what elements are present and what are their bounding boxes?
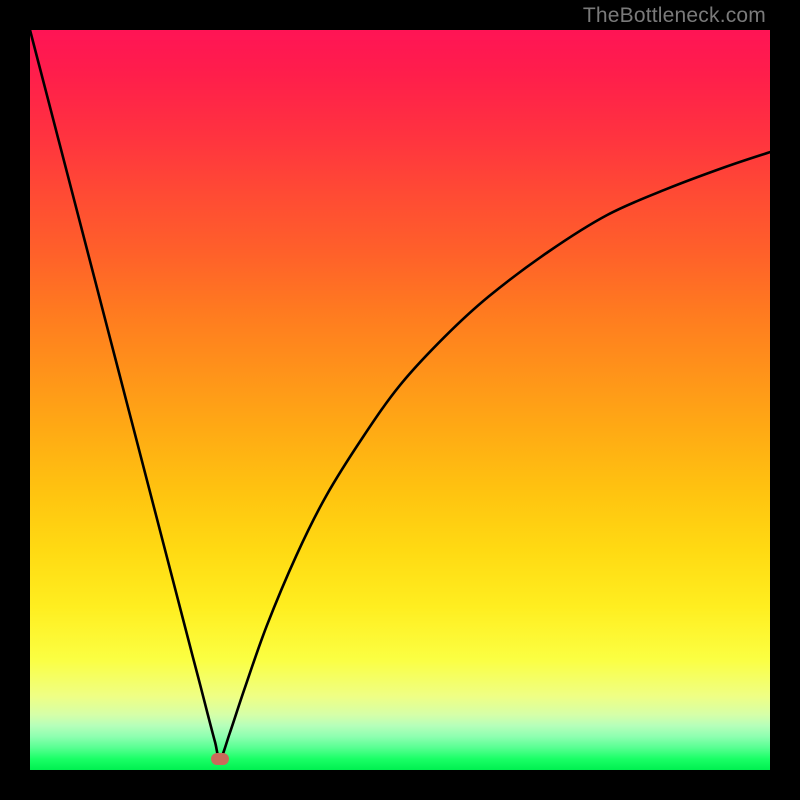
bottleneck-curve (30, 30, 770, 759)
watermark-text: TheBottleneck.com (583, 4, 766, 28)
minimum-marker (211, 753, 229, 765)
chart-frame (30, 30, 770, 770)
curve-layer (30, 30, 770, 770)
